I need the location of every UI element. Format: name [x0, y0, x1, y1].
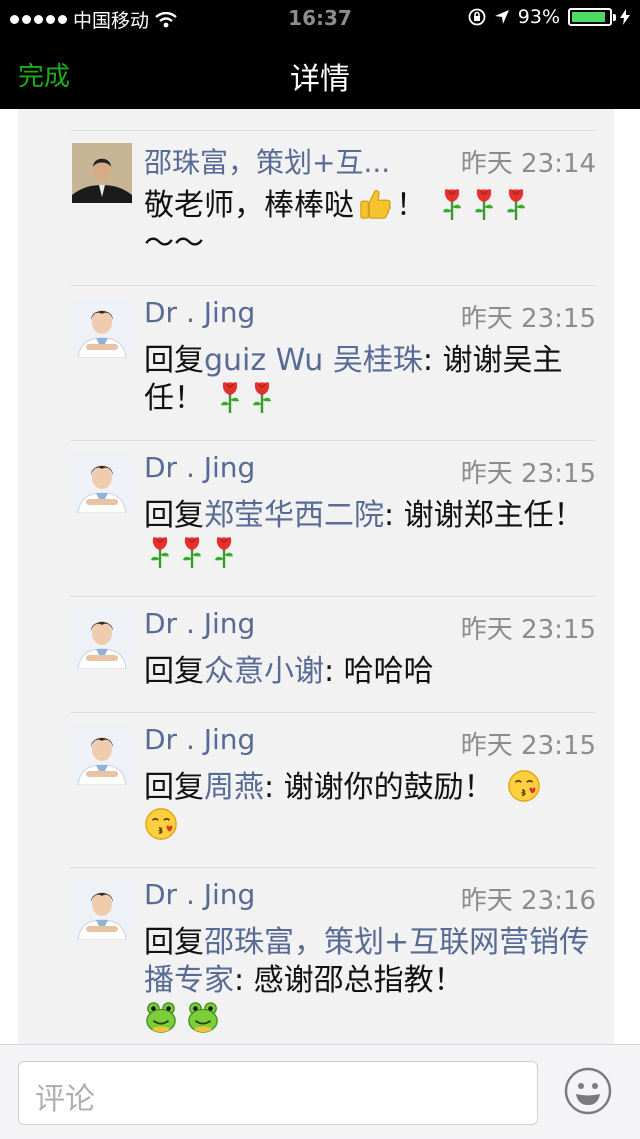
- avatar[interactable]: [72, 143, 132, 203]
- charging-icon: [620, 9, 630, 25]
- rose-icon: [472, 187, 496, 221]
- reply-label: 回复: [144, 654, 204, 689]
- top-bar: 中国移动 16:37 93% 完成 详情: [0, 0, 640, 109]
- comment-text: 回复guiz Wu 吴桂珠: 谢谢吴主任！: [144, 342, 598, 418]
- rose-icon: [180, 535, 204, 569]
- comment-input-bar: 评论: [0, 1044, 640, 1139]
- comment-time: 昨天 23:14: [460, 149, 596, 179]
- commenter-name[interactable]: Dr . Jing: [144, 451, 255, 484]
- comment-time: 昨天 23:15: [460, 459, 596, 489]
- comment-text: 敬老师，棒棒哒！ ～～: [144, 187, 598, 263]
- status-bar: 中国移动 16:37 93%: [0, 0, 640, 36]
- kiss-face-icon: [507, 769, 541, 803]
- location-icon: [494, 10, 509, 24]
- avatar[interactable]: [72, 609, 132, 669]
- comment-text: 回复周燕: 谢谢你的鼓励！: [144, 769, 598, 845]
- comment-body: : 谢谢郑主任！: [384, 498, 584, 533]
- comment-input-placeholder: 评论: [35, 1082, 95, 1117]
- comment-text: 回复众意小谢: 哈哈哈: [144, 653, 598, 691]
- kiss-face-icon: [144, 807, 178, 841]
- avatar[interactable]: [72, 880, 132, 940]
- avatar[interactable]: [72, 298, 132, 358]
- comment-list[interactable]: 邵珠富，策划+互... 昨天 23:14 敬老师，棒棒哒！ ～～ Dr . Ji…: [18, 109, 614, 1044]
- comment-item: 邵珠富，策划+互... 昨天 23:14 敬老师，棒棒哒！ ～～: [70, 130, 596, 285]
- comment-item: Dr . Jing 昨天 23:15 回复郑莹华西二院: 谢谢郑主任！: [70, 440, 596, 595]
- rotation-lock-icon: [468, 8, 486, 26]
- comment-item: Dr . Jing 昨天 23:15 回复guiz Wu 吴桂珠: 谢谢吴主任！: [70, 285, 596, 440]
- comment-body: : 谢谢你的鼓励！: [264, 770, 494, 805]
- reply-label: 回复: [144, 925, 204, 960]
- rose-icon: [504, 187, 528, 221]
- commenter-name[interactable]: Dr . Jing: [144, 878, 255, 911]
- reply-label: 回复: [144, 343, 204, 378]
- reply-to-link[interactable]: 郑莹华西二院: [204, 498, 384, 533]
- avatar[interactable]: [72, 725, 132, 785]
- comment-time: 昨天 23:15: [460, 615, 596, 645]
- comment-item: Dr . Jing 昨天 23:15 回复周燕: 谢谢你的鼓励！: [70, 712, 596, 867]
- reply-to-link[interactable]: guiz Wu 吴桂珠: [204, 343, 423, 378]
- rose-icon: [218, 380, 242, 414]
- page-title: 详情: [290, 62, 350, 97]
- battery-icon: [568, 8, 616, 26]
- comment-time: 昨天 23:15: [460, 304, 596, 334]
- comment-suffix: ～～: [144, 226, 204, 261]
- rose-icon: [212, 535, 236, 569]
- frog-icon: [186, 1000, 220, 1034]
- battery-percent: 93%: [517, 6, 560, 28]
- comment-text: 回复邵珠富，策划+互联网营销传播专家: 感谢邵总指教！: [144, 924, 598, 1038]
- reply-to-link[interactable]: 周燕: [204, 770, 264, 805]
- comment-body: : 哈哈哈: [324, 654, 434, 689]
- comment-item: Dr . Jing 昨天 23:16 回复邵珠富，策划+互联网营销传播专家: 感…: [70, 867, 596, 1044]
- comment-body: 敬老师，棒棒哒: [144, 188, 354, 223]
- frog-icon: [144, 1000, 178, 1034]
- reply-label: 回复: [144, 770, 204, 805]
- comment-item: Dr . Jing 昨天 23:15 回复众意小谢: 哈哈哈: [70, 596, 596, 711]
- commenter-name[interactable]: Dr . Jing: [144, 296, 255, 329]
- comment-time: 昨天 23:15: [460, 731, 596, 761]
- emoji-icon[interactable]: [564, 1067, 612, 1115]
- rose-icon: [250, 380, 274, 414]
- comment-input[interactable]: 评论: [18, 1061, 538, 1125]
- comment-body: : 感谢邵总指教！: [234, 963, 464, 998]
- rose-icon: [148, 535, 172, 569]
- commenter-name[interactable]: 邵珠富，策划+互...: [144, 141, 390, 181]
- reply-label: 回复: [144, 498, 204, 533]
- commenter-name[interactable]: Dr . Jing: [144, 723, 255, 756]
- reply-to-link[interactable]: 众意小谢: [204, 654, 324, 689]
- thumbs-up-icon: [358, 187, 392, 221]
- commenter-name[interactable]: Dr . Jing: [144, 607, 255, 640]
- status-right: 93%: [468, 6, 630, 28]
- rose-icon: [440, 187, 464, 221]
- comment-text: 回复郑莹华西二院: 谢谢郑主任！: [144, 497, 598, 573]
- comment-time: 昨天 23:16: [460, 886, 596, 916]
- avatar[interactable]: [72, 453, 132, 513]
